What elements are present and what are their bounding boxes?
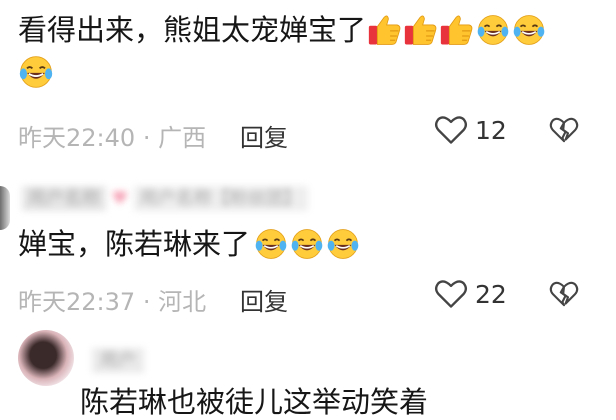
comment-text: 婵宝，陈若琳来了: [18, 227, 251, 261]
laughing-crying-icon: [290, 227, 324, 261]
laughing-crying-icon: [476, 13, 510, 47]
comment-1: 看得出来，熊姐太宠婵宝了: [18, 12, 546, 94]
like-button[interactable]: 12: [433, 112, 507, 148]
comment-text: 看得出来，熊姐太宠婵宝了: [18, 13, 367, 47]
timestamp: 昨天22:40: [18, 124, 136, 152]
broken-heart-icon[interactable]: [548, 114, 580, 146]
thumbs-up-icon: [404, 13, 438, 47]
heart-icon: [434, 280, 468, 308]
like-count: 22: [475, 279, 507, 309]
comment-meta: 昨天22:37 · 河北: [18, 282, 206, 317]
emoji-row: [368, 13, 546, 47]
avatar-edge: [0, 186, 10, 230]
like-count: 12: [475, 115, 507, 145]
reply-button[interactable]: 回复: [240, 282, 288, 317]
laughing-crying-icon: [326, 227, 360, 261]
separator: ·: [142, 288, 151, 316]
location: 广西: [158, 124, 207, 152]
laughing-crying-icon: [254, 227, 288, 261]
username-blurred: 用户: [92, 346, 144, 373]
comment-meta: 昨天22:40 · 广西: [18, 118, 206, 153]
comment-text: 陈若琳也被徒儿这举动笑着: [80, 385, 429, 419]
reply-button[interactable]: 回复: [240, 118, 288, 153]
emoji-row: [254, 227, 360, 261]
username-blurred: 用户名称 ♥ 用户名称【粉丝团】: [22, 184, 308, 211]
thumbs-up-icon: [440, 13, 474, 47]
separator: ·: [142, 124, 151, 152]
comment-2: 婵宝，陈若琳来了: [18, 226, 360, 262]
thumbs-up-icon: [368, 13, 402, 47]
avatar[interactable]: [18, 330, 74, 386]
location: 河北: [158, 288, 207, 316]
like-button[interactable]: 22: [433, 276, 507, 312]
laughing-crying-icon: [18, 54, 54, 90]
laughing-crying-icon: [512, 13, 546, 47]
broken-heart-icon[interactable]: [548, 278, 580, 310]
timestamp: 昨天22:37: [18, 288, 136, 316]
heart-icon: [434, 116, 468, 144]
